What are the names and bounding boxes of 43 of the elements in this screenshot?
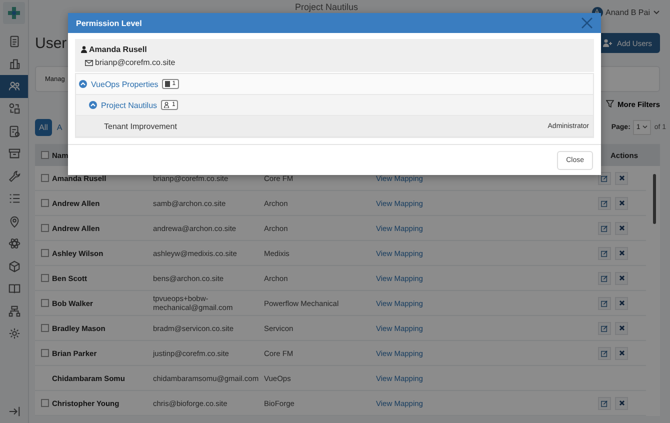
user-name: Amanda Rusell <box>89 45 147 54</box>
delete-icon[interactable] <box>615 322 628 334</box>
delete-icon[interactable] <box>615 396 628 410</box>
row-checkbox[interactable] <box>41 324 49 332</box>
row-checkbox[interactable] <box>41 299 49 307</box>
building-icon <box>165 81 170 87</box>
delete-icon[interactable] <box>615 296 628 310</box>
person-icon <box>81 46 87 53</box>
delete-icon[interactable] <box>615 172 628 184</box>
chevron-down-icon <box>653 10 660 15</box>
person-icon <box>164 102 170 108</box>
row-checkbox[interactable] <box>41 249 49 257</box>
collapse-toggle-icon[interactable] <box>89 101 97 109</box>
page-heading: User <box>35 34 67 52</box>
row-checkbox[interactable] <box>41 174 49 182</box>
row-checkbox[interactable] <box>41 199 49 207</box>
user-name: Anand B Pai <box>606 8 650 17</box>
delete-icon[interactable] <box>615 196 628 210</box>
delete-icon[interactable] <box>615 246 628 260</box>
tree-label[interactable]: Project Nautilus <box>101 100 158 110</box>
close-icon[interactable] <box>581 17 593 29</box>
users-icon[interactable] <box>0 75 28 98</box>
filter-icon <box>606 100 614 108</box>
filter-tab[interactable]: All <box>35 118 52 136</box>
row-checkbox[interactable] <box>41 399 49 407</box>
collapse-toggle-icon[interactable] <box>79 80 87 88</box>
user-email: brianp@corefm.co.site <box>95 58 176 67</box>
edit-icon[interactable] <box>598 172 611 184</box>
logo-icon[interactable] <box>3 2 25 24</box>
row-checkbox[interactable] <box>41 224 49 232</box>
dialog-title: Permission Level <box>76 18 142 28</box>
row-checkbox[interactable] <box>41 274 49 282</box>
delete-icon[interactable] <box>615 346 628 360</box>
chevron-down-icon <box>642 125 648 129</box>
filter-tab[interactable]: A <box>52 118 66 136</box>
row-checkbox[interactable] <box>41 349 49 357</box>
delete-icon[interactable] <box>615 222 628 234</box>
tree-label: Tenant Improvement <box>104 122 177 130</box>
delete-icon[interactable] <box>615 272 628 284</box>
tree-label[interactable]: VueOps Properties <box>91 80 158 88</box>
add-user-icon <box>602 39 612 47</box>
project-title: Project Nautilus <box>295 2 358 13</box>
mail-icon <box>85 60 93 66</box>
